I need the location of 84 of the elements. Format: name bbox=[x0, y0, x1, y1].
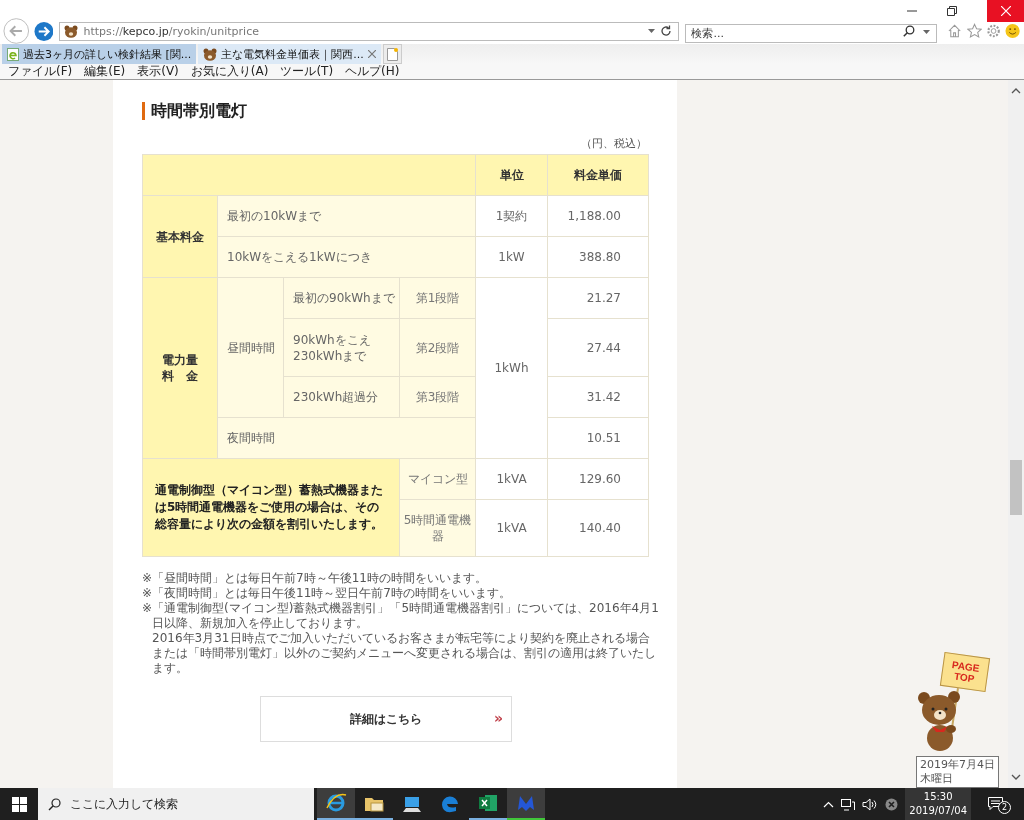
menu-item[interactable]: お気に入り(A) bbox=[190, 63, 269, 80]
column-header: 料金単価 bbox=[547, 154, 649, 196]
table-cell: 昼間時間 bbox=[217, 277, 284, 418]
page-icon bbox=[7, 47, 19, 61]
table-cell: 最初の90kWhまで bbox=[283, 277, 400, 319]
clock[interactable]: 15:30 2019/07/04 bbox=[905, 788, 971, 820]
page-top-sign[interactable]: PAGE TOP bbox=[939, 651, 991, 693]
home-icon[interactable] bbox=[947, 23, 963, 39]
table-cell: 140.40 bbox=[547, 499, 649, 557]
dropdown-icon[interactable] bbox=[648, 29, 656, 33]
table-cell: 388.80 bbox=[547, 236, 649, 278]
bear-icon bbox=[203, 47, 218, 61]
search-icon[interactable] bbox=[903, 24, 916, 37]
table-cell: 1kVA bbox=[475, 458, 548, 500]
column-header: 単位 bbox=[475, 154, 548, 196]
settings-icon[interactable] bbox=[985, 23, 1001, 39]
network-icon[interactable] bbox=[841, 797, 856, 811]
scrollbar[interactable] bbox=[1008, 80, 1024, 788]
star-icon[interactable] bbox=[966, 23, 982, 39]
table-cell: マイコン型 bbox=[399, 458, 476, 500]
date-tooltip: 2019年7月4日 木曜日 bbox=[916, 756, 999, 788]
table-cell: 1kWh bbox=[475, 277, 548, 459]
note-text: 「昼間時間」とは毎日午前7時～午後11時の時間をいいます。 bbox=[152, 571, 488, 586]
note-text: 2016年3月31日時点でご加入いただいているお客さまが転宅等により契約を廃止される場合または「時間帯別電灯」以外のご契約メニューへ変更される場合は、割引の適用は終了いたします。 bbox=[152, 631, 658, 676]
note-mark: ※ bbox=[142, 571, 153, 586]
speaker-icon[interactable] bbox=[862, 797, 879, 811]
close-button[interactable] bbox=[987, 0, 1024, 22]
search-icon bbox=[48, 798, 61, 811]
table-cell: 第3段階 bbox=[399, 376, 476, 418]
table-cell: 基本料金 bbox=[142, 195, 218, 278]
notification-button[interactable]: 2 bbox=[988, 794, 1014, 814]
table-cell: 129.60 bbox=[547, 458, 649, 500]
unit-note: （円、税込） bbox=[580, 136, 648, 151]
browser-tab[interactable]: 過去3ヶ月の詳しい検針結果 [関... bbox=[2, 44, 197, 64]
menu-item[interactable]: 編集(E) bbox=[84, 63, 126, 80]
table-cell: 通電制御型（マイコン型）蓄熱式機器または5時間通電機器をご使用の場合は、その総容量により次の金額を割引いたします。 bbox=[142, 458, 400, 557]
note-mark: ※ bbox=[142, 586, 153, 601]
table-cell: 1kVA bbox=[475, 499, 548, 557]
menu-item[interactable]: ヘルプ(H) bbox=[345, 63, 400, 80]
scrollbar-thumb[interactable] bbox=[1010, 460, 1022, 515]
section-heading: 時間帯別電灯 bbox=[142, 102, 649, 120]
table-cell: 最初の10kWまで bbox=[217, 195, 476, 237]
browser-tab[interactable]: 主な電気料金単価表｜関西... bbox=[198, 44, 381, 64]
menu-item[interactable]: ファイル(F) bbox=[8, 63, 73, 80]
table-cell: 電力量 料 金 bbox=[142, 277, 218, 459]
search-field[interactable]: 検索... bbox=[685, 23, 938, 43]
windows-start-icon[interactable] bbox=[12, 796, 27, 812]
table-cell: 第2段階 bbox=[399, 318, 476, 377]
table-cell: 31.42 bbox=[547, 376, 649, 418]
menu-item[interactable]: ツール(T) bbox=[280, 63, 334, 80]
table-cell: 27.44 bbox=[547, 318, 649, 377]
table-cell: 21.27 bbox=[547, 277, 649, 319]
restore-icon[interactable] bbox=[947, 6, 957, 16]
address-field[interactable]: https://kepco.jp/ryokin/unitprice bbox=[59, 21, 680, 41]
note-text: 「通電制御型(マイコン型)蓄熱式機器割引」「5時間通電機器割引」については、2016年4月1日以降、新規加入を停止しております。 bbox=[152, 601, 659, 631]
table-cell: 10.51 bbox=[547, 417, 649, 459]
table-cell: 第1段階 bbox=[399, 277, 476, 319]
table-cell: 90kWhをこえ 230kWhまで bbox=[283, 318, 400, 377]
close-icon bbox=[1000, 6, 1011, 16]
browser-e-icon bbox=[325, 792, 347, 814]
chevron-icon: » bbox=[493, 711, 503, 725]
table-cell: 1,188.00 bbox=[547, 195, 649, 237]
notification-badge: 2 bbox=[998, 801, 1011, 814]
taskbar-search-field[interactable]: ここに入力して検索 bbox=[38, 788, 314, 820]
error-icon[interactable] bbox=[885, 797, 899, 811]
table-cell: 10kWをこえる1kWにつき bbox=[217, 236, 476, 278]
table-cell: 5時間通電機器 bbox=[399, 499, 476, 557]
bear-icon bbox=[64, 24, 79, 38]
menu-item[interactable]: 表示(V) bbox=[137, 63, 179, 80]
chevron-up-icon[interactable] bbox=[823, 800, 835, 808]
close-icon[interactable] bbox=[367, 50, 376, 58]
note-text: 「夜間時間」とは毎日午後11時～翌日午前7時の時間をいいます。 bbox=[152, 586, 512, 601]
new-tab-button[interactable] bbox=[382, 44, 402, 64]
smiley-icon[interactable] bbox=[1004, 23, 1021, 39]
table-cell: 夜間時間 bbox=[217, 417, 476, 459]
note-mark: ※ bbox=[142, 601, 153, 617]
dropdown-icon[interactable] bbox=[923, 29, 931, 34]
table-cell: 1kW bbox=[475, 236, 548, 278]
table-cell: 230kWh超過分 bbox=[283, 376, 400, 418]
spreadsheet-icon bbox=[477, 792, 499, 814]
details-link[interactable]: 詳細はこちら » bbox=[260, 696, 512, 742]
table-cell: 1契約 bbox=[475, 195, 548, 237]
forward-icon[interactable] bbox=[33, 20, 54, 42]
refresh-icon[interactable] bbox=[660, 25, 673, 37]
